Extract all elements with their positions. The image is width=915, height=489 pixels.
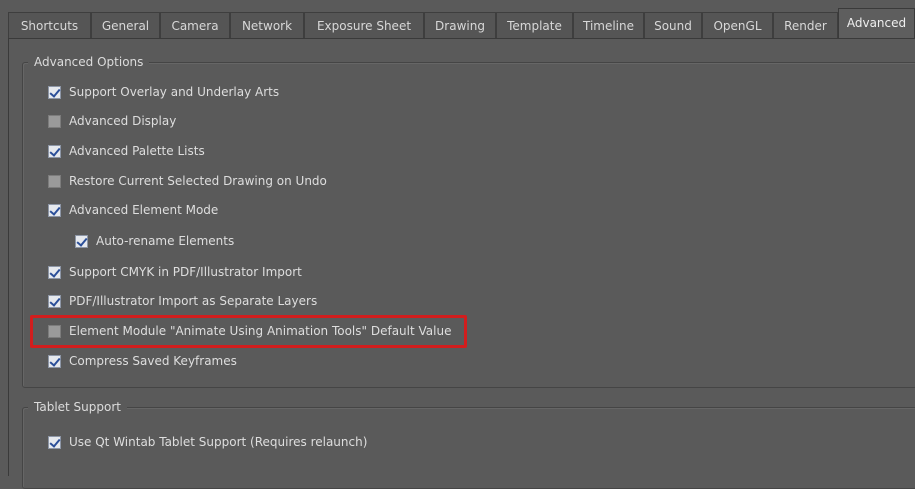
checkbox-unchecked-icon[interactable] <box>48 114 61 128</box>
checkbox-checked-icon[interactable] <box>48 265 61 279</box>
option-label: PDF/Illustrator Import as Separate Layer… <box>69 294 318 308</box>
checkbox-checked-icon[interactable] <box>48 144 61 158</box>
preferences-tab-bar: Shortcuts General Camera Network Exposur… <box>0 0 915 39</box>
tab-sound[interactable]: Sound <box>644 12 702 38</box>
checkbox-checked-icon[interactable] <box>48 85 61 99</box>
tab-camera[interactable]: Camera <box>160 12 230 38</box>
option-pdf-separate-layers[interactable]: PDF/Illustrator Import as Separate Layer… <box>48 291 317 311</box>
tab-drawing[interactable]: Drawing <box>424 12 496 38</box>
option-restore-selected-drawing-undo[interactable]: Restore Current Selected Drawing on Undo <box>48 171 327 191</box>
tab-shortcuts[interactable]: Shortcuts <box>8 12 91 38</box>
option-support-cmyk[interactable]: Support CMYK in PDF/Illustrator Import <box>48 262 302 282</box>
option-label: Advanced Display <box>69 114 177 128</box>
option-label: Auto-rename Elements <box>96 234 235 248</box>
checkbox-checked-icon[interactable] <box>48 294 61 308</box>
tab-general[interactable]: General <box>91 12 160 38</box>
tab-template[interactable]: Template <box>496 12 573 38</box>
option-label: Advanced Palette Lists <box>69 144 205 158</box>
tab-opengl[interactable]: OpenGL <box>702 12 773 38</box>
tab-exposure-sheet[interactable]: Exposure Sheet <box>304 12 424 38</box>
advanced-options-title: Advanced Options <box>28 55 150 69</box>
checkbox-checked-icon[interactable] <box>48 435 61 449</box>
option-label: Support Overlay and Underlay Arts <box>69 85 280 99</box>
option-auto-rename-elements[interactable]: Auto-rename Elements <box>75 231 234 251</box>
checkbox-checked-icon[interactable] <box>75 234 88 248</box>
tab-network[interactable]: Network <box>230 12 304 38</box>
option-label: Support CMYK in PDF/Illustrator Import <box>69 265 302 279</box>
option-advanced-element-mode[interactable]: Advanced Element Mode <box>48 200 218 220</box>
option-advanced-display[interactable]: Advanced Display <box>48 111 176 131</box>
tab-render[interactable]: Render <box>773 12 838 38</box>
checkbox-checked-icon[interactable] <box>48 203 61 217</box>
tab-timeline[interactable]: Timeline <box>573 12 644 38</box>
checkbox-checked-icon[interactable] <box>48 354 61 368</box>
option-label: Restore Current Selected Drawing on Undo <box>69 174 327 188</box>
option-advanced-palette-lists[interactable]: Advanced Palette Lists <box>48 141 205 161</box>
option-support-overlay-underlay[interactable]: Support Overlay and Underlay Arts <box>48 82 279 102</box>
tab-advanced[interactable]: Advanced <box>838 8 915 39</box>
checkbox-unchecked-icon[interactable] <box>48 174 61 188</box>
highlight-box <box>30 315 467 348</box>
option-compress-saved-keyframes[interactable]: Compress Saved Keyframes <box>48 351 237 371</box>
option-qt-wintab-tablet-support[interactable]: Use Qt Wintab Tablet Support (Requires r… <box>48 432 367 452</box>
option-label: Advanced Element Mode <box>69 203 219 217</box>
option-label: Compress Saved Keyframes <box>69 354 237 368</box>
tablet-support-title: Tablet Support <box>28 400 127 414</box>
option-label: Use Qt Wintab Tablet Support (Requires r… <box>69 435 368 449</box>
